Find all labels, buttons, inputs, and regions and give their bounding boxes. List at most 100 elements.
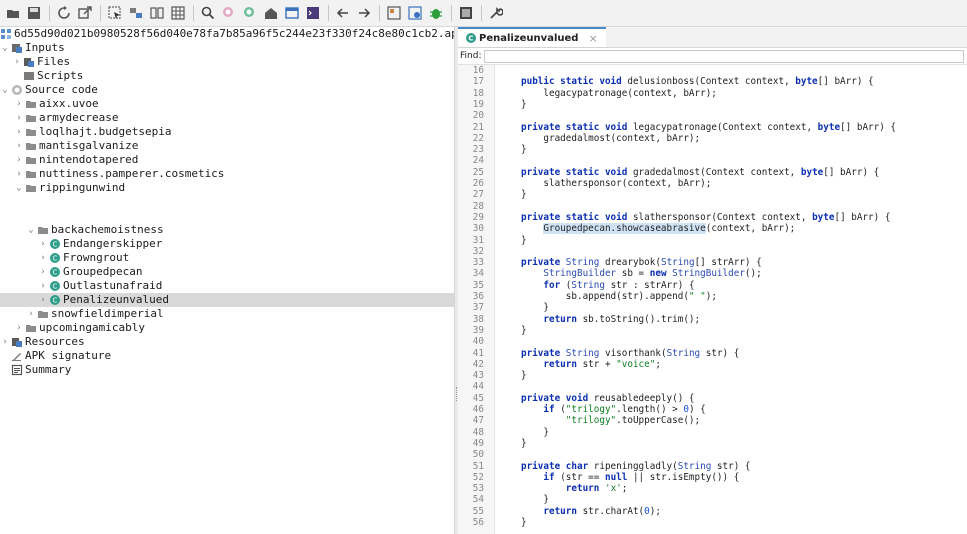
code-text: StringBuilder sb = new StringBuilder(); — [543, 268, 762, 280]
chevron-right-icon[interactable]: › — [14, 97, 24, 111]
main-toolbar — [0, 0, 967, 27]
line-number: 36 — [472, 291, 484, 302]
chevron-right-icon[interactable]: › — [14, 125, 24, 139]
class-icon: C — [48, 280, 61, 293]
tree-class-item[interactable]: › C Outlastunafraid — [0, 279, 454, 293]
refresh-icon[interactable] — [54, 3, 74, 23]
save-icon[interactable] — [24, 3, 44, 23]
svg-text:C: C — [52, 241, 57, 249]
tree-files[interactable]: › Files — [0, 55, 454, 69]
tree-class-item[interactable]: › C Groupedpecan — [0, 265, 454, 279]
find-class-icon[interactable] — [219, 3, 239, 23]
chevron-right-icon[interactable]: › — [26, 307, 36, 321]
tree-package[interactable]: › nintendotapered — [0, 153, 454, 167]
line-number: 20 — [472, 110, 484, 122]
log-icon[interactable] — [456, 3, 476, 23]
chevron-right-icon[interactable]: › — [38, 265, 48, 279]
code-line: 56} — [458, 517, 967, 528]
code-text: } — [521, 189, 527, 201]
code-line: 42 return str + "voice"; — [458, 359, 967, 370]
chevron-right-icon[interactable]: › — [14, 139, 24, 153]
code-line: 37 } — [458, 302, 967, 313]
tab-penalizeunvalued[interactable]: C Penalizeunvalued × — [458, 27, 606, 47]
console-icon[interactable] — [303, 3, 323, 23]
tree-package-label: snowfieldimperial — [51, 307, 164, 320]
forward-icon[interactable] — [354, 3, 374, 23]
files-icon — [22, 56, 35, 69]
line-number: 22 — [472, 132, 484, 144]
tree-class-item[interactable]: › C Penalizeunvalued — [0, 293, 454, 307]
export-icon[interactable] — [75, 3, 95, 23]
tree-package[interactable]: › mantisgalvanize — [0, 139, 454, 153]
code-text: private static void slathersponsor(Conte… — [521, 211, 891, 223]
line-number: 24 — [472, 155, 484, 167]
code-text: slathersponsor(context, bArr); — [521, 178, 712, 189]
chevron-right-icon[interactable]: › — [38, 279, 48, 293]
tree-summary[interactable]: Summary — [0, 363, 454, 377]
split-icon[interactable] — [147, 3, 167, 23]
class-icon[interactable] — [126, 3, 146, 23]
line-number: 37 — [472, 302, 484, 314]
settings-icon[interactable] — [486, 3, 506, 23]
find-method-icon[interactable] — [240, 3, 260, 23]
tree-package-label: aixx.uvoe — [39, 97, 99, 110]
tree-source-code[interactable]: ⌄ Source code — [0, 83, 454, 97]
code-text: private String visorthank(String str) { — [521, 347, 740, 359]
chevron-right-icon[interactable]: › — [38, 293, 48, 307]
chevron-down-icon[interactable]: ⌄ — [26, 223, 36, 237]
chevron-down-icon[interactable]: ⌄ — [0, 41, 10, 55]
open-folder-icon[interactable] — [3, 3, 23, 23]
home-icon[interactable] — [261, 3, 281, 23]
tree-package[interactable]: › armydecrease — [0, 111, 454, 125]
tree-package[interactable]: › loqlhajt.budgetsepia — [0, 125, 454, 139]
tree-inputs[interactable]: ⌄ Inputs — [0, 41, 454, 55]
tree-package[interactable]: › aixx.uvoe — [0, 97, 454, 111]
code-line: 27} — [458, 189, 967, 200]
find-bar: Find: — [458, 48, 967, 65]
tree-package-snowfieldimperial[interactable]: › snowfieldimperial — [0, 307, 454, 321]
back-icon[interactable] — [333, 3, 353, 23]
line-number: 17 — [472, 76, 484, 88]
chevron-right-icon[interactable]: › — [14, 111, 24, 125]
code-text: private static void legacypatronage(Cont… — [521, 121, 897, 133]
grid-icon[interactable] — [168, 3, 188, 23]
tree-class-item[interactable]: › C Endangerskipper — [0, 237, 454, 251]
debug-icon[interactable] — [426, 3, 446, 23]
line-number: 27 — [472, 189, 484, 201]
tree-class-label: Endangerskipper — [63, 237, 163, 250]
chevron-right-icon[interactable]: › — [12, 55, 22, 69]
chevron-down-icon[interactable]: ⌄ — [14, 181, 24, 195]
chevron-right-icon[interactable]: › — [38, 251, 48, 265]
chevron-right-icon[interactable]: › — [14, 167, 24, 181]
toolbar-separator — [328, 5, 329, 21]
decompile-icon[interactable] — [384, 3, 404, 23]
chevron-down-icon[interactable]: ⌄ — [0, 83, 10, 97]
chevron-right-icon[interactable]: › — [14, 321, 24, 335]
tree-package-label: armydecrease — [39, 111, 119, 124]
tree-resources[interactable]: › Resources — [0, 335, 454, 349]
find-input[interactable] — [484, 49, 965, 63]
code-area[interactable]: 16 17 public static void delusionboss(Cont… — [458, 65, 967, 534]
code-line: 16 — [458, 65, 967, 76]
folder-icon — [24, 154, 37, 167]
tree-apk-signature[interactable]: APK signature — [0, 349, 454, 363]
tree-package-backachemoistness[interactable]: ⌄ backachemoistness — [0, 223, 454, 237]
chevron-right-icon[interactable]: › — [38, 237, 48, 251]
tree-package-upcomingamicably[interactable]: › upcomingamicably — [0, 321, 454, 335]
window-icon[interactable] — [282, 3, 302, 23]
line-number: 19 — [472, 98, 484, 110]
search-icon[interactable] — [198, 3, 218, 23]
chevron-right-icon[interactable]: › — [14, 153, 24, 167]
chevron-right-icon[interactable]: › — [0, 335, 10, 349]
tree-scripts[interactable]: Scripts — [0, 69, 454, 83]
quark-icon[interactable] — [405, 3, 425, 23]
line-number: 40 — [472, 336, 484, 348]
select-icon[interactable] — [105, 3, 125, 23]
tree-package-label: loqlhajt.budgetsepia — [39, 125, 172, 138]
tree-package[interactable]: › nuttiness.pamperer.cosmetics — [0, 167, 454, 181]
close-icon[interactable]: × — [588, 32, 597, 45]
tree-package[interactable]: ⌄ rippingunwind — [0, 181, 454, 195]
tree-scripts-label: Scripts — [37, 69, 84, 82]
tree-class-item[interactable]: › C Frowngrout — [0, 251, 454, 265]
tree-root-apk[interactable]: 6d55d90d021b0980528f56d040e78fa7b85a96f5… — [0, 27, 454, 41]
